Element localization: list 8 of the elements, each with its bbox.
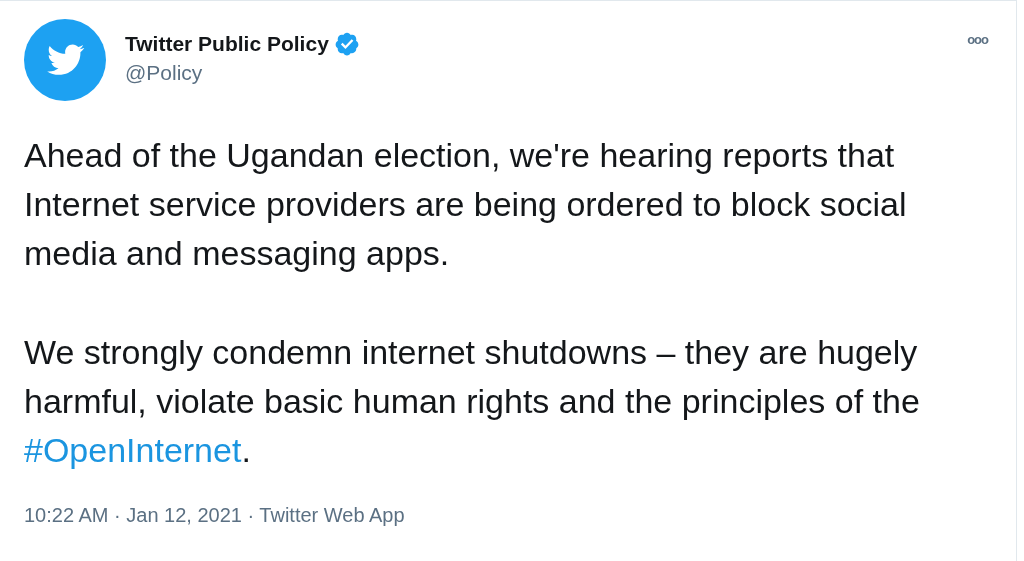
hashtag-link[interactable]: #OpenInternet [24,431,242,469]
tweet-timestamp-source: 10:22 AM · Jan 12, 2021 · Twitter Web App [24,503,405,528]
tweet-text: Ahead of the Ugandan election, we're hearing reports that Internet service providers are being ordered to block social media and messaging apps. [24,135,908,274]
tweet-text: We strongly condemn internet shutdowns – they are hugely harmful, violate basic human rights and the principles of the #OpenInternet. [24,332,921,471]
bird-logo-avatar[interactable] [24,19,106,101]
author-handle[interactable]: @Policy [125,60,203,86]
more-options-button[interactable]: ooo [967,33,988,47]
author-name[interactable]: Twitter Public Policy [125,31,329,57]
